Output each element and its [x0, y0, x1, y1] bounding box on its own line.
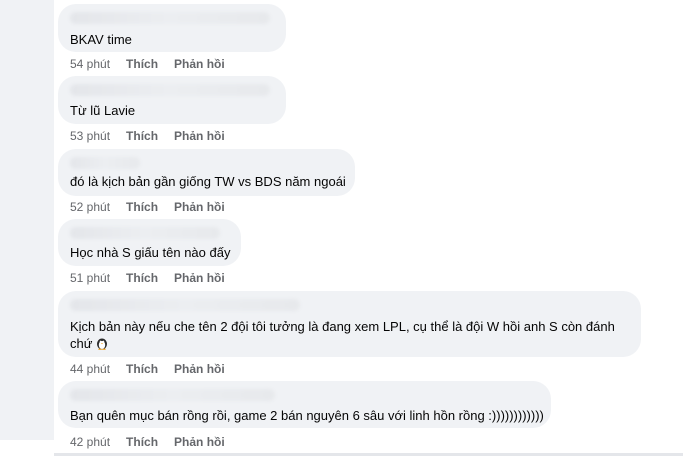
comment-text: Kịch bản này nếu che tên 2 đội tôi tưởng…: [70, 318, 628, 352]
like-button[interactable]: Thích: [126, 200, 158, 214]
comment-actions: 42 phút Thích Phản hồi: [70, 435, 241, 449]
blurred-author-name[interactable]: [70, 157, 140, 169]
blurred-author-name[interactable]: [70, 299, 300, 311]
like-button[interactable]: Thích: [126, 57, 158, 71]
comment-text: Bạn quên mục bán rồng rồi, game 2 bán ng…: [70, 408, 544, 423]
reply-button[interactable]: Phản hồi: [174, 57, 225, 71]
blurred-author-name[interactable]: [70, 227, 220, 239]
reply-button[interactable]: Phản hồi: [174, 435, 225, 449]
comment-item: BKAV time 54 phút Thích Phản hồi: [58, 4, 286, 71]
comment-actions: 54 phút Thích Phản hồi: [70, 57, 241, 71]
comment-time[interactable]: 42 phút: [70, 435, 110, 449]
comment-time[interactable]: 54 phút: [70, 57, 110, 71]
comment-bubble[interactable]: đó là kịch bản gần giống TW vs BDS năm n…: [58, 149, 355, 196]
blurred-author-name[interactable]: [70, 84, 270, 96]
like-button[interactable]: Thích: [126, 129, 158, 143]
blurred-author-name[interactable]: [70, 12, 270, 24]
comment-actions: 51 phút Thích Phản hồi: [70, 271, 241, 285]
comment-bubble[interactable]: Học nhà S giấu tên nào đấy: [58, 219, 241, 266]
comment-item: Học nhà S giấu tên nào đấy 51 phút Thích P…: [58, 219, 241, 285]
comment-text: đó là kịch bản gần giống TW vs BDS năm n…: [70, 174, 346, 189]
comment-text: BKAV time: [70, 32, 132, 47]
comment-bubble[interactable]: Bạn quên mục bán rồng rồi, game 2 bán ng…: [58, 381, 551, 428]
comment-text: Học nhà S giấu tên nào đấy: [70, 245, 231, 260]
comment-time[interactable]: 51 phút: [70, 271, 110, 285]
reply-button[interactable]: Phản hồi: [174, 129, 225, 143]
like-button[interactable]: Thích: [126, 271, 158, 285]
thread-indent-strip: [0, 0, 54, 440]
comment-time[interactable]: 44 phút: [70, 362, 110, 376]
comment-text-content: Kịch bản này nếu che tên 2 đội tôi tưởng…: [70, 319, 615, 351]
like-button[interactable]: Thích: [126, 435, 158, 449]
comment-actions: 52 phút Thích Phản hồi: [70, 200, 241, 214]
reply-button[interactable]: Phản hồi: [174, 271, 225, 285]
reply-button[interactable]: Phản hồi: [174, 200, 225, 214]
like-button[interactable]: Thích: [126, 362, 158, 376]
comment-thread-page: BKAV time 54 phút Thích Phản hồi Từ lũ Lav…: [0, 0, 683, 456]
comment-time[interactable]: 53 phút: [70, 129, 110, 143]
penguin-emoji-icon: [95, 336, 109, 350]
reply-button[interactable]: Phản hồi: [174, 362, 225, 376]
comment-item: Kịch bản này nếu che tên 2 đội tôi tưởng…: [58, 291, 641, 376]
comment-time[interactable]: 52 phút: [70, 200, 110, 214]
comment-actions: 53 phút Thích Phản hồi: [70, 129, 241, 143]
comment-text: Từ lũ Lavie: [70, 103, 136, 118]
comment-bubble[interactable]: BKAV time: [58, 4, 286, 52]
comment-item: đó là kịch bản gần giống TW vs BDS năm n…: [58, 149, 355, 214]
comment-bubble[interactable]: Từ lũ Lavie: [58, 76, 286, 124]
comment-item: Bạn quên mục bán rồng rồi, game 2 bán ng…: [58, 381, 551, 449]
comment-actions: 44 phút Thích Phản hồi: [70, 362, 241, 376]
comment-bubble[interactable]: Kịch bản này nếu che tên 2 đội tôi tưởng…: [58, 291, 641, 357]
comment-item: Từ lũ Lavie 53 phút Thích Phản hồi: [58, 76, 286, 143]
blurred-author-name[interactable]: [70, 389, 275, 401]
